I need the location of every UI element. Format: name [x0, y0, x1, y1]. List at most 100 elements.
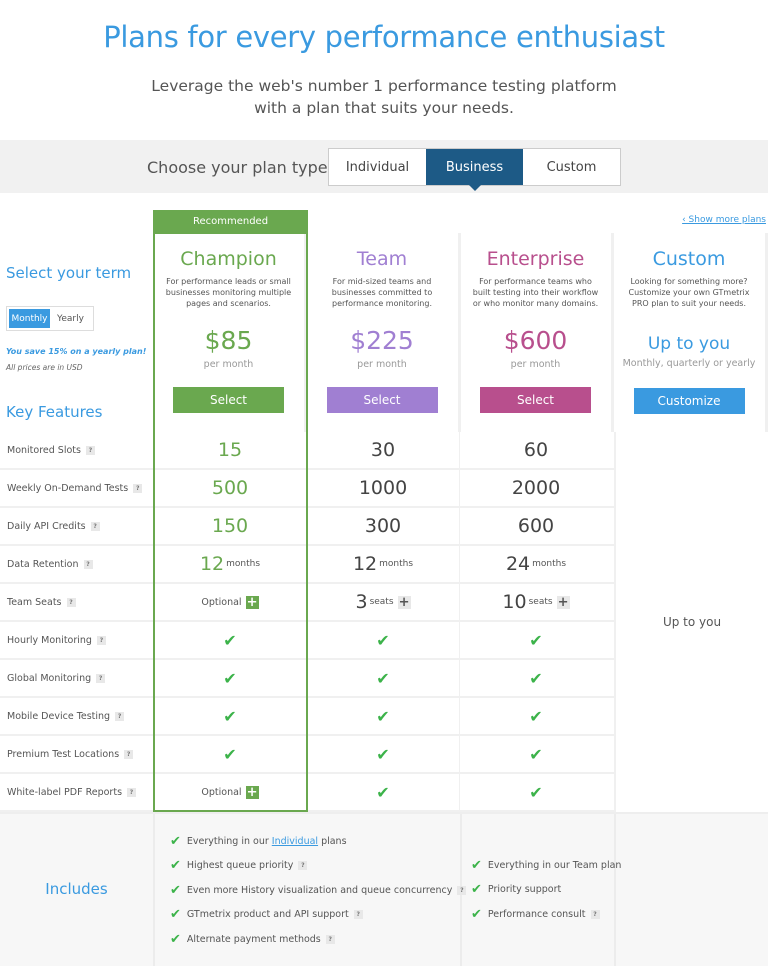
feature-label: Daily API Credits?: [0, 508, 153, 544]
value-number: 24: [505, 553, 531, 575]
help-icon[interactable]: ?: [133, 483, 143, 493]
include-item: ✔ GTmetrix product and API support?: [170, 903, 466, 928]
key-features-heading: Key Features: [6, 403, 103, 421]
tab-business[interactable]: Business: [426, 149, 523, 191]
value-unit: months: [532, 559, 567, 569]
plan-type-label: Choose your plan type: [147, 158, 328, 177]
check-icon: ✔: [376, 744, 390, 764]
value-unit: months: [379, 559, 414, 569]
feature-value: 2000: [459, 470, 612, 506]
help-icon[interactable]: ?: [325, 934, 335, 944]
feature-label-text: Global Monitoring: [7, 672, 92, 684]
value-number: 10: [502, 591, 527, 613]
help-icon[interactable]: ?: [115, 711, 125, 721]
check-icon: ✔: [529, 744, 543, 764]
check-icon: ✔: [529, 782, 543, 802]
value-number: 12: [352, 553, 378, 575]
feature-label-text: Hourly Monitoring: [7, 634, 92, 646]
plan-price: $225: [350, 326, 414, 355]
plan-card-team: Team For mid-sized teams and businesses c…: [307, 233, 461, 432]
include-item: ✔ Everything in our Team plan: [471, 853, 621, 878]
feature-value: 1000: [306, 470, 459, 506]
help-icon[interactable]: ?: [96, 635, 106, 645]
feature-value: 30: [306, 432, 459, 468]
includes-enterprise-list: ✔ Everything in our Team plan ✔ Priority su…: [471, 853, 621, 927]
help-icon[interactable]: ?: [353, 910, 363, 920]
include-item: ✔ Highest queue priority?: [170, 854, 466, 879]
individual-plans-link[interactable]: Individual: [272, 836, 318, 847]
check-icon: ✔: [471, 906, 482, 922]
value-unit: seats: [528, 597, 553, 607]
value-number: 1000: [358, 477, 408, 499]
feature-label: Weekly On-Demand Tests?: [0, 470, 153, 506]
help-icon[interactable]: ?: [457, 885, 467, 895]
feature-label-text: Mobile Device Testing: [7, 710, 111, 722]
feature-label-text: Monitored Slots: [7, 444, 81, 456]
feature-value: ✔: [306, 774, 459, 810]
plan-card-custom: Custom Looking for something more? Custom…: [614, 233, 768, 432]
custom-features-cell: Up to you: [614, 432, 768, 812]
term-monthly[interactable]: Monthly: [9, 309, 50, 328]
recommended-badge: Recommended: [153, 210, 308, 234]
term-yearly[interactable]: Yearly: [50, 309, 91, 328]
custom-customize-button[interactable]: Customize: [633, 388, 745, 414]
feature-label: Hourly Monitoring?: [0, 622, 153, 658]
help-icon[interactable]: ?: [85, 445, 95, 455]
plan-period: Monthly, quarterly or yearly: [622, 358, 756, 369]
tab-custom[interactable]: Custom: [523, 149, 620, 185]
plan-name: Enterprise: [486, 248, 585, 270]
include-text: Priority support: [487, 884, 562, 896]
help-icon[interactable]: ?: [127, 787, 137, 797]
includes-heading: Includes: [45, 880, 108, 898]
feature-label: Mobile Device Testing?: [0, 698, 153, 734]
help-icon[interactable]: ?: [124, 749, 134, 759]
includes-champion-team-list: ✔ Everything in our Individual plans ✔ High…: [170, 829, 467, 952]
plan-name: Team: [356, 248, 408, 270]
feature-value: 60: [459, 432, 612, 468]
help-icon[interactable]: ?: [66, 597, 76, 607]
feature-label: Team Seats?: [0, 584, 153, 620]
feature-value: 3 seats +: [306, 584, 459, 620]
check-icon: ✔: [529, 706, 543, 726]
help-icon[interactable]: ?: [90, 521, 100, 531]
plan-description: Looking for something more? Customize yo…: [628, 277, 750, 308]
yearly-savings-note: You save 15% on a yearly plan!: [6, 347, 147, 356]
show-more-plans-link[interactable]: ‹ Show more plans: [682, 215, 766, 225]
check-icon: ✔: [170, 931, 181, 947]
select-term-heading: Select your term: [6, 264, 132, 282]
feature-value: ✔: [306, 698, 459, 734]
include-text: Even more History visualization and queu…: [186, 884, 453, 896]
help-icon[interactable]: ?: [590, 909, 600, 919]
help-icon[interactable]: ?: [298, 861, 308, 871]
include-text: plans: [321, 835, 347, 847]
feature-value: 300: [306, 508, 459, 544]
check-icon: ✔: [471, 857, 482, 873]
plan-card-enterprise: Enterprise For performance teams who buil…: [460, 233, 614, 432]
tab-individual[interactable]: Individual: [329, 149, 426, 185]
add-icon[interactable]: +: [397, 595, 411, 609]
feature-value: ✔: [306, 660, 459, 696]
value-number: 60: [523, 439, 549, 461]
feature-value: ✔: [459, 774, 612, 810]
feature-value: 10 seats +: [459, 584, 612, 620]
add-icon[interactable]: +: [556, 595, 570, 609]
help-icon[interactable]: ?: [83, 559, 93, 569]
include-item: ✔ Everything in our Individual plans: [170, 829, 466, 854]
team-select-button[interactable]: Select: [326, 387, 438, 413]
feature-value: 12 months: [306, 546, 459, 582]
check-icon: ✔: [471, 882, 482, 898]
value-number: 2000: [511, 477, 561, 499]
plan-type-toggle: Individual Business Custom: [328, 148, 621, 191]
help-icon[interactable]: ?: [96, 673, 106, 683]
feature-label-text: Team Seats: [7, 596, 62, 608]
recommended-plan-frame: [153, 233, 308, 812]
value-unit: seats: [369, 597, 394, 607]
include-text: Highest queue priority: [186, 860, 294, 872]
feature-label-text: Weekly On-Demand Tests: [7, 482, 129, 494]
feature-label-text: Data Retention: [7, 558, 79, 570]
enterprise-select-button[interactable]: Select: [480, 387, 591, 413]
feature-label: Data Retention?: [0, 546, 153, 582]
value-number: 3: [355, 591, 368, 613]
check-icon: ✔: [376, 630, 390, 650]
value-number: 600: [517, 515, 555, 537]
